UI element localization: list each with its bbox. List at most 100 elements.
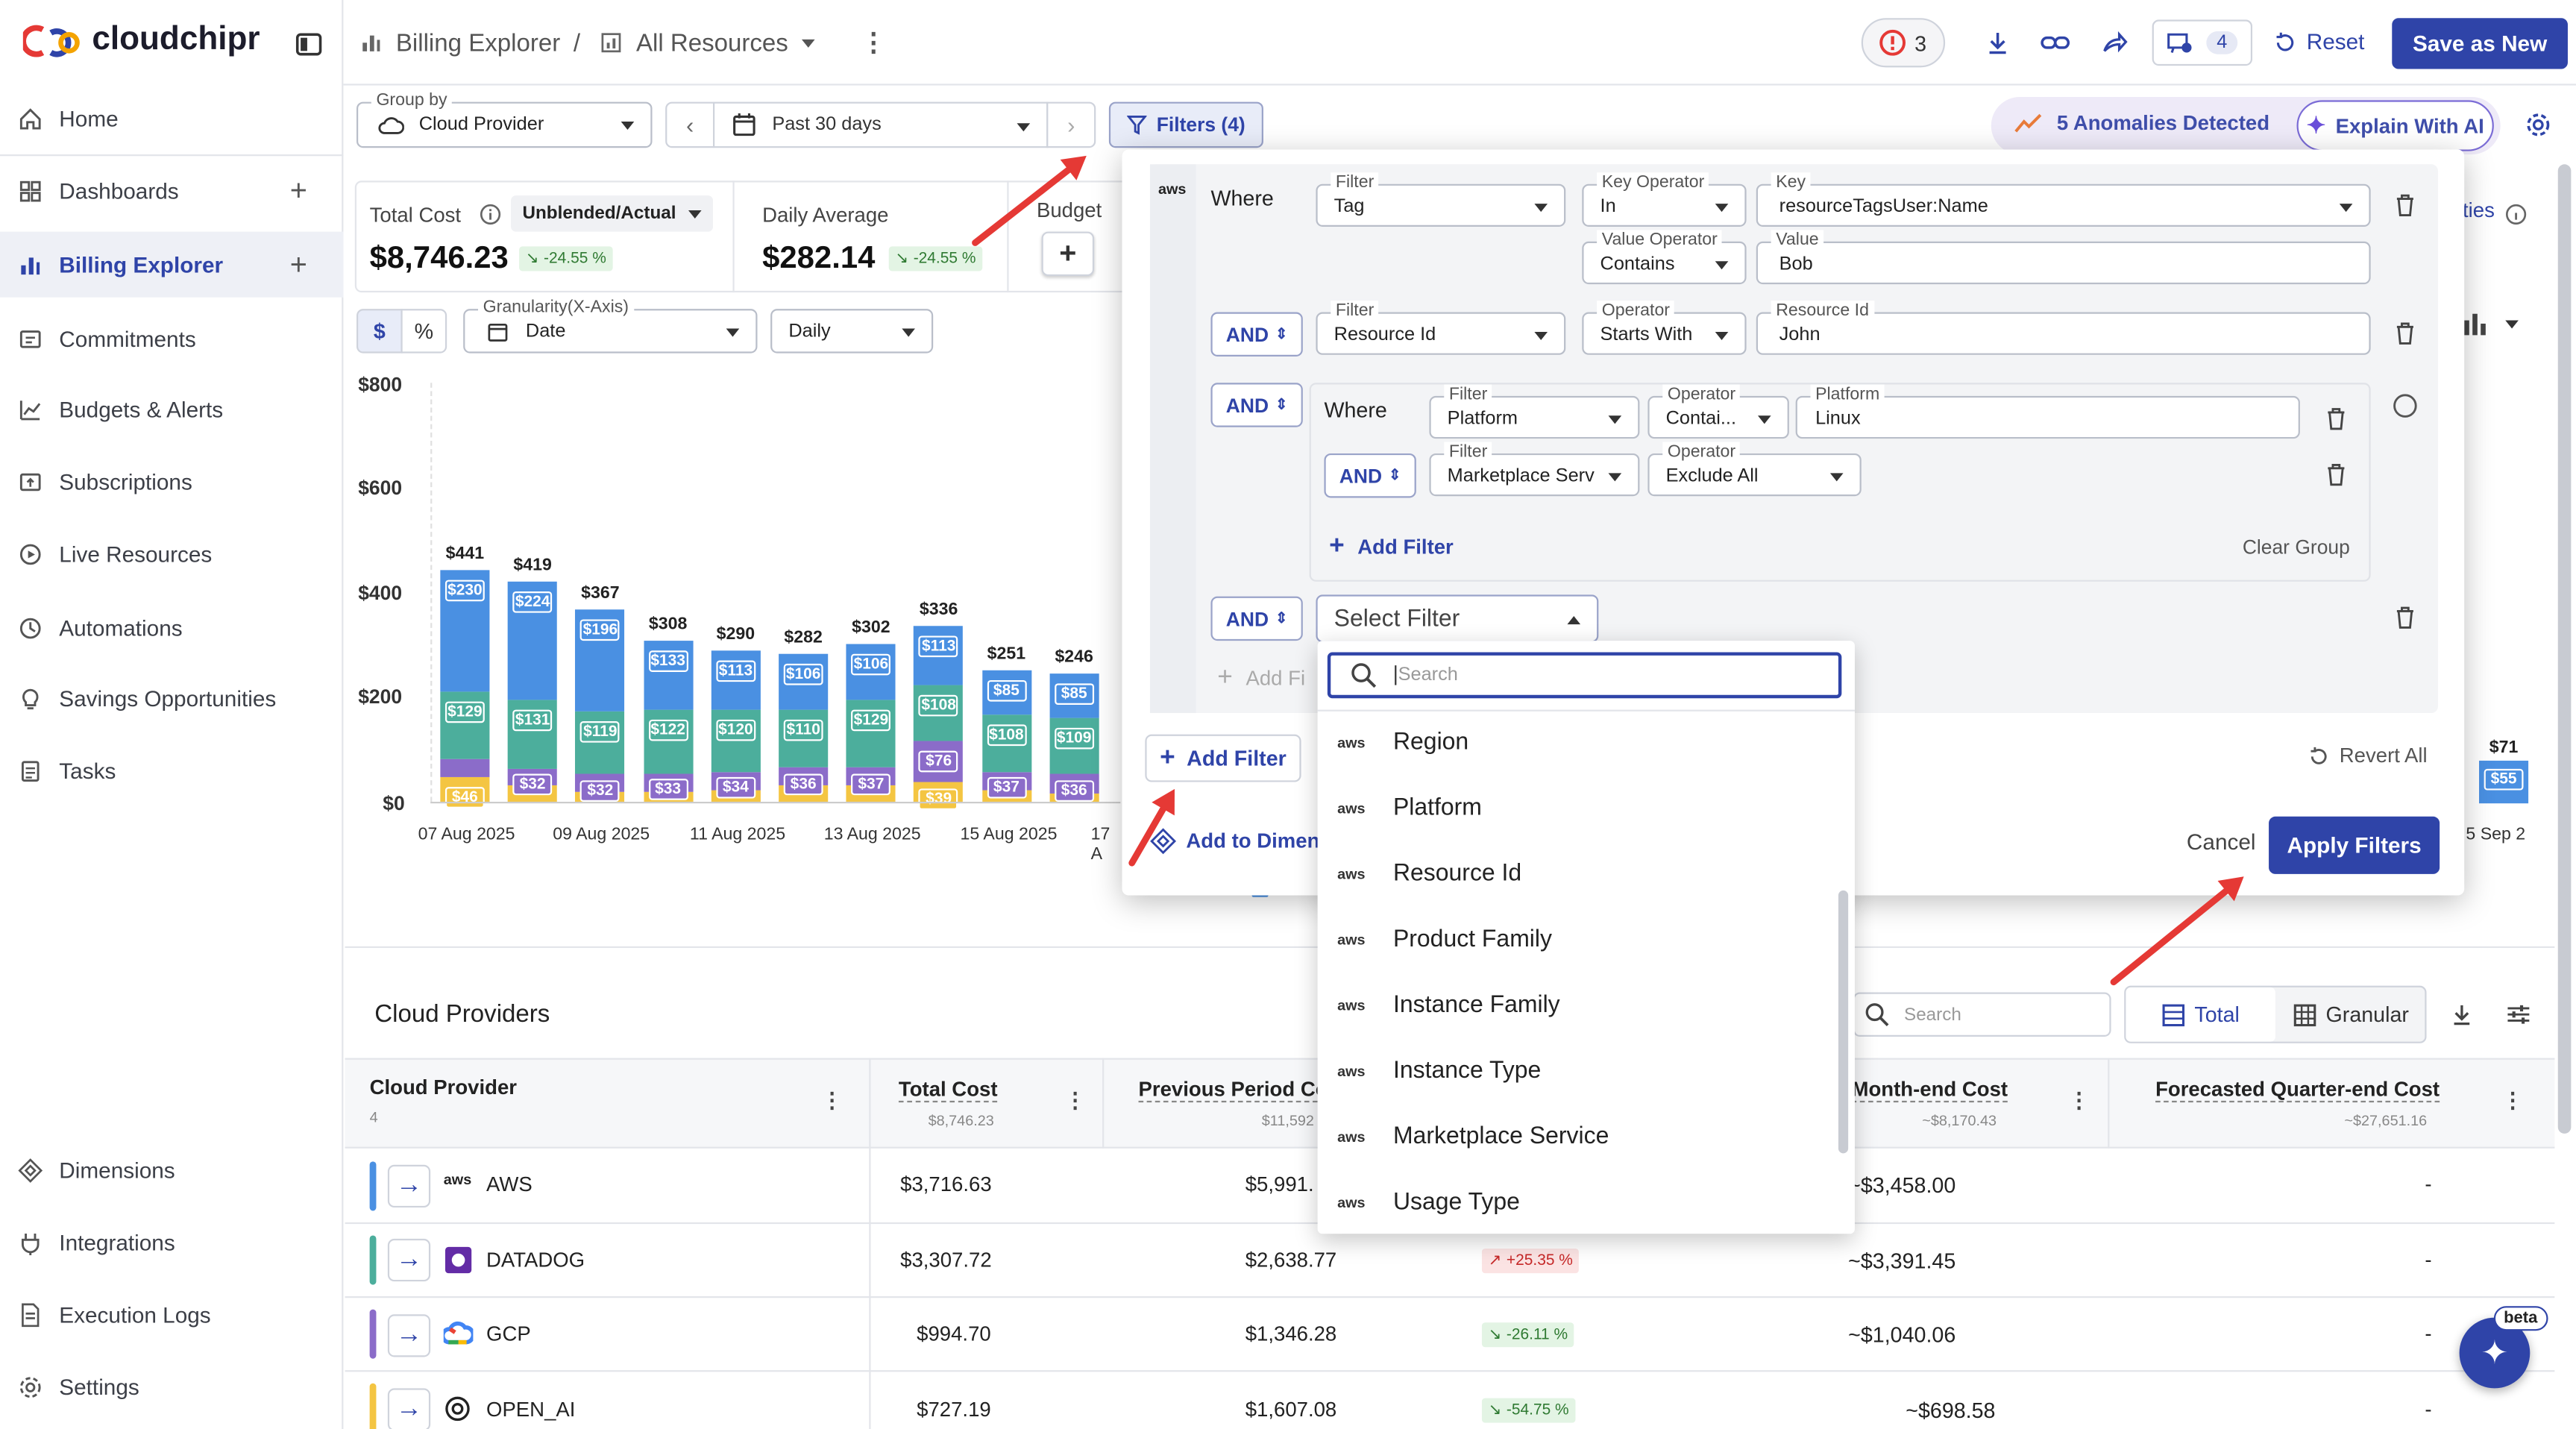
group-and-operator-button[interactable]: AND ⇕: [1324, 453, 1416, 498]
sort-icon: ⇕: [1388, 466, 1401, 483]
option-label: Platform: [1392, 795, 1482, 822]
apply-filters-button[interactable]: Apply Filters: [2269, 816, 2440, 874]
clear-group-button[interactable]: Clear Group: [2243, 536, 2350, 559]
drilldown-button[interactable]: →: [387, 1388, 431, 1429]
tab-granular[interactable]: Granular: [2277, 987, 2425, 1042]
value-operator-select[interactable]: Value Operator Contains: [1582, 230, 1747, 285]
segment-value-label: $224: [512, 591, 553, 614]
field-value: resourceTagsUser:Name: [1779, 197, 1988, 217]
filter-type-select[interactable]: Filter Tag: [1316, 172, 1566, 227]
column-settings-icon[interactable]: [2505, 1002, 2531, 1027]
chevron-down-icon: [1715, 204, 1729, 213]
group-filter-type-select[interactable]: Filter Marketplace Serv: [1429, 442, 1640, 497]
chevron-down-icon: [1757, 415, 1771, 424]
dropdown-option-marketplace-service[interactable]: aws Marketplace Service: [1337, 1104, 1609, 1169]
arrow-right-icon: →: [395, 1321, 423, 1349]
dropdown-search-input[interactable]: Search: [1327, 652, 1842, 699]
group-filter-type-select[interactable]: Filter Platform: [1429, 384, 1640, 439]
column-header-previous-cost[interactable]: Previous Period Co: [1138, 1078, 1318, 1103]
dropdown-option-product-family[interactable]: aws Product Family: [1337, 907, 1552, 973]
option-label: Instance Family: [1392, 992, 1560, 1019]
drilldown-button[interactable]: →: [387, 1164, 431, 1208]
dropdown-option-usage-type[interactable]: aws Usage Type: [1337, 1169, 1520, 1235]
bar-total-label: $290: [716, 624, 755, 644]
trash-icon[interactable]: [2396, 194, 2415, 217]
page-scrollbar[interactable]: [2557, 164, 2572, 1134]
operator-select[interactable]: Operator Starts With: [1582, 301, 1747, 355]
sidebar-item-execution-logs[interactable]: Execution Logs: [0, 1281, 343, 1347]
segment-value-label: $85: [986, 679, 1026, 702]
drilldown-button[interactable]: →: [387, 1314, 431, 1357]
y-axis-line: [430, 383, 433, 802]
segment-value-label: $76: [919, 751, 959, 773]
segment-value-label: $108: [986, 724, 1026, 747]
and-operator-button[interactable]: AND ⇕: [1210, 312, 1303, 357]
sidebar-item-label: Integrations: [59, 1229, 175, 1254]
trash-icon[interactable]: [2326, 463, 2346, 486]
select-filter-dropdown[interactable]: Select Filter: [1316, 594, 1599, 643]
filter-type-select[interactable]: Filter Resource Id: [1316, 301, 1566, 355]
value-input[interactable]: Value Bob: [1756, 230, 2371, 285]
group-operator-select[interactable]: Operator Exclude All: [1647, 442, 1862, 497]
platform-input[interactable]: Platform Linux: [1795, 384, 2300, 439]
column-header-forecast-quarter[interactable]: Forecasted Quarter-end Cost: [2155, 1078, 2440, 1103]
field-value: Tag: [1333, 197, 1365, 217]
trash-icon[interactable]: [2396, 322, 2415, 345]
chevron-down-icon: [1534, 331, 1548, 340]
group-operator-select[interactable]: Operator Contai...: [1647, 384, 1789, 439]
dropdown-option-platform[interactable]: aws Platform: [1337, 776, 1482, 841]
segment-value-label: $37: [986, 777, 1026, 800]
add-to-dimension-button[interactable]: Add to Dimens: [1150, 828, 1331, 855]
resource-id-input[interactable]: Resource Id John: [1756, 301, 2371, 355]
table-icon: [2162, 1003, 2184, 1026]
column-header-provider[interactable]: Cloud Provider: [370, 1076, 517, 1099]
field-label: Filter: [1444, 384, 1492, 404]
and-operator-button[interactable]: AND ⇕: [1210, 596, 1303, 641]
add-filter-button[interactable]: + Add Filter: [1145, 734, 1301, 782]
dropdown-option-instance-type[interactable]: aws Instance Type: [1337, 1038, 1541, 1104]
bar-total-label: $308: [648, 614, 688, 634]
bar-segment[interactable]: [440, 759, 490, 778]
sidebar-item-settings[interactable]: Settings: [0, 1354, 343, 1419]
field-label: Resource Id: [1771, 301, 1874, 321]
column-header-month-end[interactable]: Month-end Cost: [1851, 1078, 2008, 1103]
sidebar-item-dimensions[interactable]: Dimensions: [0, 1137, 343, 1202]
and-operator-button[interactable]: AND ⇕: [1210, 383, 1303, 427]
column-header-total-cost[interactable]: Total Cost: [898, 1078, 998, 1103]
dropdown-option-instance-family[interactable]: aws Instance Family: [1337, 973, 1560, 1038]
column-subtotal: $8,746.23: [928, 1112, 994, 1129]
download-icon[interactable]: [2449, 1002, 2474, 1027]
trash-icon[interactable]: [2326, 407, 2346, 430]
inner-add-filter-button[interactable]: + Add Fi: [1217, 664, 1305, 694]
column-menu-icon[interactable]: ⋮: [821, 1087, 843, 1114]
bar-total-label: $71: [2489, 738, 2519, 758]
dropdown-option-region[interactable]: aws Region: [1337, 710, 1468, 776]
key-select[interactable]: Key resourceTagsUser:Name: [1756, 172, 2371, 227]
dropdown-option-resource-id[interactable]: aws Resource Id: [1337, 841, 1521, 907]
segment-value-label: $55: [2484, 768, 2524, 791]
bar-segment[interactable]: [711, 709, 761, 772]
table-search-input[interactable]: Search: [1853, 992, 2111, 1037]
revert-all-button[interactable]: Revert All: [2308, 744, 2428, 767]
column-menu-icon[interactable]: ⋮: [2502, 1087, 2524, 1114]
sidebar-item-integrations[interactable]: Integrations: [0, 1209, 343, 1275]
sidebar-item-label: Settings: [59, 1374, 139, 1399]
tab-total[interactable]: Total: [2126, 987, 2275, 1042]
group-radio-icon[interactable]: [2392, 392, 2418, 418]
trash-icon[interactable]: [2396, 606, 2415, 629]
x-tick-label: 07 Aug 2025: [418, 824, 515, 845]
cancel-button[interactable]: Cancel: [2187, 829, 2256, 854]
dropdown-scrollbar[interactable]: [1838, 890, 1849, 1154]
segment-value-label: $108: [919, 694, 959, 717]
field-label: Filter: [1444, 442, 1492, 462]
dimensions-icon: [1150, 828, 1177, 855]
key-operator-select[interactable]: Key Operator In: [1582, 172, 1747, 227]
group-where-label: Where: [1324, 398, 1387, 423]
segment-value-label: $113: [715, 659, 755, 682]
arrow-right-icon: →: [395, 1171, 423, 1200]
segment-value-label: $131: [512, 709, 553, 731]
drilldown-button[interactable]: →: [387, 1238, 431, 1282]
column-menu-icon[interactable]: ⋮: [1064, 1087, 1086, 1114]
group-add-filter-button[interactable]: + Add Filter: [1329, 533, 1454, 562]
column-menu-icon[interactable]: ⋮: [2068, 1087, 2090, 1114]
